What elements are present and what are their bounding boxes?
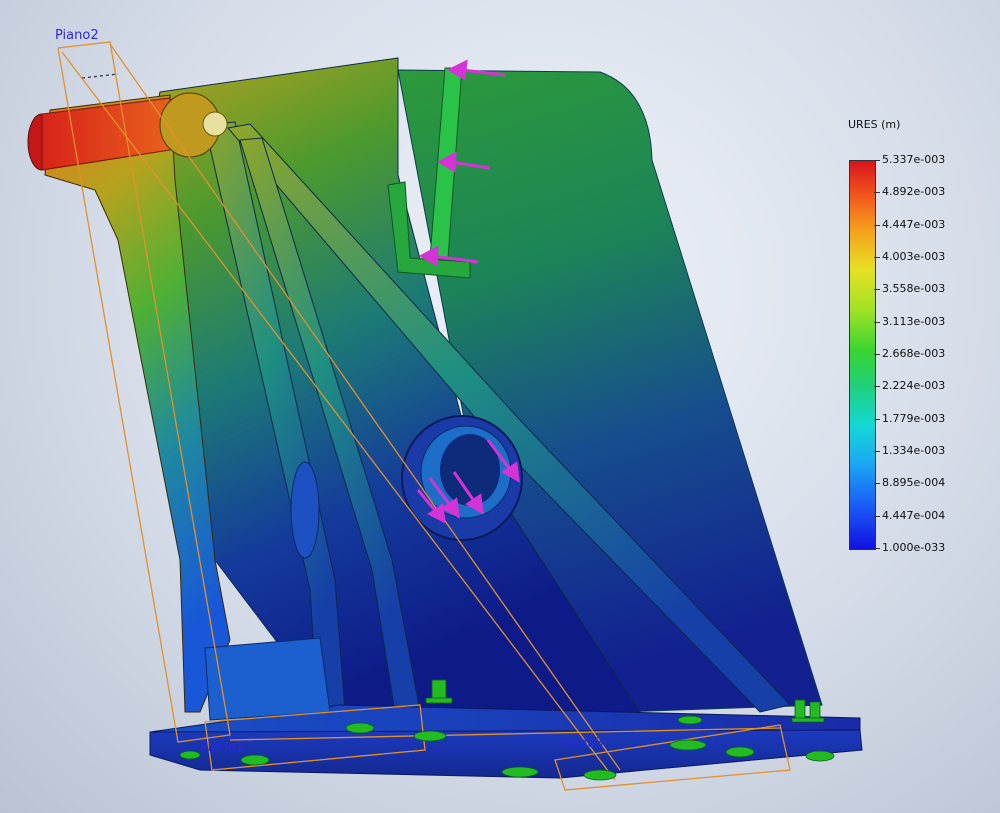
legend-tick-mark (874, 483, 880, 485)
legend-tick-mark (874, 451, 880, 452)
legend-tick-mark (874, 548, 880, 549)
legend-title: URES (m) (848, 118, 901, 131)
legend-tick-mark (874, 386, 880, 388)
fixture-icon (677, 715, 703, 725)
fixture-icon (583, 769, 617, 781)
legend-tick-mark (874, 515, 880, 517)
fixture-icon (179, 750, 201, 760)
legend-tick-label: 3.558e-003 (882, 282, 946, 296)
legend-tick-label: 4.447e-003 (882, 217, 946, 231)
legend-tick-label: 2.224e-003 (882, 379, 946, 393)
legend-tick-label: 4.892e-003 (882, 185, 946, 199)
displacement-legend[interactable]: URES (m) 5.337e-003 4.892e-003 4.447e-003 4… (838, 118, 988, 558)
base-box[interactable] (204, 637, 331, 721)
legend-tick-mark (874, 192, 880, 194)
legend-tick-label: 1.334e-003 (882, 444, 946, 457)
legend-tick-label: 1.779e-003 (882, 411, 946, 425)
fixture-icon (413, 730, 447, 742)
legend-tick-label: 3.113e-003 (882, 314, 946, 328)
legend-tick-label: 1.000e-033 (882, 541, 946, 554)
plane-label-piano3[interactable]: Piano3 (560, 736, 604, 751)
legend-tick-mark (874, 289, 880, 291)
fixture-icon (669, 739, 707, 751)
legend-tick-mark (874, 160, 880, 161)
legend-tick-label: 4.447e-004 (882, 508, 946, 522)
fixture-icon (345, 722, 375, 734)
legend-tick-mark (874, 224, 880, 226)
legend-tick-mark (874, 354, 880, 355)
legend-tick-mark (874, 418, 880, 420)
fixture-icon (805, 750, 835, 762)
hinge-hole[interactable] (202, 111, 228, 137)
legend-tick-mark (874, 257, 880, 258)
legend-color-bar (849, 160, 876, 550)
plane-piano2-top-edge (81, 73, 119, 79)
fixture-icon (240, 754, 270, 766)
legend-tick-label: 4.003e-003 (882, 250, 946, 263)
fixture-icon (725, 746, 755, 758)
legend-tick-label: 2.668e-003 (882, 347, 946, 360)
legend-tick-label: 8.895e-004 (882, 476, 946, 490)
legend-tick-label: 5.337e-003 (882, 153, 946, 166)
rear-hole[interactable] (290, 461, 320, 559)
graphics-viewport[interactable]: Piano2 Piano1 Piano3 URES (m) 5.337e-003… (0, 0, 1000, 813)
legend-tick-mark (874, 321, 880, 323)
fixture-icon (501, 766, 539, 778)
plane-label-piano2[interactable]: Piano2 (55, 28, 99, 43)
plane-label-piano1[interactable]: Piano1 (200, 740, 244, 755)
